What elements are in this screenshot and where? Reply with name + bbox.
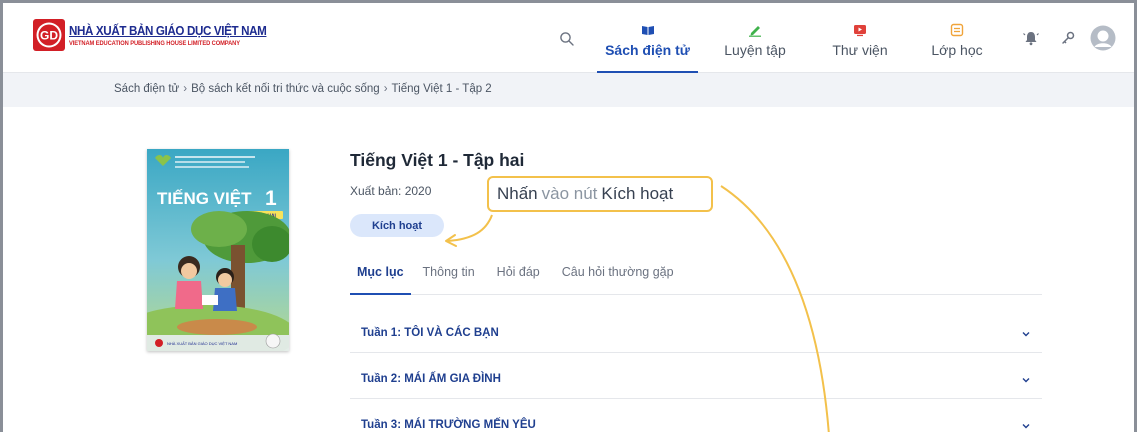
nav-thu-vien[interactable]: Thư viện [812, 3, 908, 73]
activate-button[interactable]: Kích hoạt [350, 214, 444, 237]
tab-hoi-dap[interactable]: Hỏi đáp [497, 265, 540, 294]
nav-label: Lớp học [931, 42, 983, 58]
top-header: GD NHÀ XUẤT BẢN GIÁO DỤC VIỆT NAM VIETNA… [3, 3, 1134, 73]
video-icon [854, 25, 866, 37]
tab-muc-luc[interactable]: Mục lục [350, 265, 411, 295]
chevron-down-icon [1022, 424, 1030, 429]
nav-label: Sách điện tử [605, 42, 690, 58]
tab-cau-hoi-thuong-gap[interactable]: Câu hỏi thường gặp [562, 265, 674, 294]
instruction-callout: Nhấn vào nút Kích hoạt [487, 176, 713, 212]
publish-year: Xuất bản: 2020 [350, 184, 432, 198]
key-icon[interactable] [1059, 29, 1077, 47]
svg-text:GD: GD [40, 29, 58, 43]
nav-luyen-tap[interactable]: Luyện tập [698, 3, 812, 73]
callout-text: Kích hoạt [601, 184, 674, 203]
tab-thong-tin[interactable]: Thông tin [423, 265, 475, 294]
search-icon[interactable] [559, 31, 575, 47]
callout-text: Nhấn [497, 184, 538, 203]
book-tabs: Mục lục Thông tin Hỏi đáp Câu hỏi thường… [350, 265, 1042, 295]
toc-week-item[interactable]: Tuần 3: MÁI TRƯỜNG MẾN YÊU [350, 407, 1042, 432]
classroom-icon [950, 23, 964, 37]
table-of-contents: Tuần 1: TÔI VÀ CÁC BẠN Tuần 2: MÁI ẤM GI… [350, 315, 1042, 432]
pencil-icon [749, 26, 761, 37]
toc-week-item[interactable]: Tuần 1: TÔI VÀ CÁC BẠN [350, 315, 1042, 353]
nav-lop-hoc[interactable]: Lớp học [908, 3, 1006, 73]
svg-text:NHÀ XUẤT BẢN GIÁO DỤC VIỆT NAM: NHÀ XUẤT BẢN GIÁO DỤC VIỆT NAM [167, 341, 237, 346]
logo-text: NHÀ XUẤT BẢN GIÁO DỤC VIỆT NAM VIETNAM E… [69, 24, 281, 47]
breadcrumb-bar: Sách điện tử › Bộ sách kết nối tri thức và… [3, 73, 1134, 107]
chevron-down-icon [1022, 378, 1030, 383]
book-cover-image: TIẾNG VIỆT 1 TẬP HAI NHÀ XUẤT BẢN GIÁO D… [147, 149, 289, 351]
callout-text-muted: vào nút [541, 184, 598, 203]
breadcrumb-separator: › [183, 83, 188, 95]
nav-label: Luyện tập [724, 42, 786, 58]
book-open-icon [641, 26, 654, 35]
breadcrumb-separator: › [383, 83, 388, 95]
toc-week-label: Tuần 1: TÔI VÀ CÁC BẠN [361, 327, 499, 339]
nav-label: Thư viện [832, 42, 888, 58]
breadcrumb-current: Tiếng Việt 1 - Tập 2 [391, 83, 492, 95]
toc-week-item[interactable]: Tuần 2: MÁI ẤM GIA ĐÌNH [350, 361, 1042, 399]
svg-text:TIẾNG VIỆT: TIẾNG VIỆT [157, 189, 252, 208]
toc-week-label: Tuần 3: MÁI TRƯỜNG MẾN YÊU [361, 419, 536, 431]
logo-title: NHÀ XUẤT BẢN GIÁO DỤC VIỆT NAM [69, 23, 267, 38]
book-title: Tiếng Việt 1 - Tập hai [350, 150, 525, 170]
svg-text:1: 1 [265, 187, 277, 210]
bell-icon[interactable] [1022, 29, 1040, 47]
user-avatar-icon[interactable] [1090, 25, 1116, 51]
breadcrumb: Sách điện tử › Bộ sách kết nối tri thức và… [114, 83, 492, 95]
app-frame: GD NHÀ XUẤT BẢN GIÁO DỤC VIỆT NAM VIETNA… [0, 0, 1137, 432]
chevron-down-icon [1022, 332, 1030, 337]
gd-logo-icon: GD [33, 19, 65, 51]
publisher-logo[interactable]: GD NHÀ XUẤT BẢN GIÁO DỤC VIỆT NAM VIETNA… [33, 19, 281, 51]
breadcrumb-item[interactable]: Bộ sách kết nối tri thức và cuộc sống [191, 83, 380, 95]
logo-subtitle: VIETNAM EDUCATION PUBLISHING HOUSE LIMIT… [69, 39, 240, 47]
main-nav: Sách điện tử Luyện tập Thư viện Lớp học [597, 3, 1006, 73]
nav-sach-dien-tu[interactable]: Sách điện tử [597, 3, 698, 73]
toc-week-label: Tuần 2: MÁI ẤM GIA ĐÌNH [361, 373, 501, 385]
breadcrumb-item[interactable]: Sách điện tử [114, 83, 179, 95]
